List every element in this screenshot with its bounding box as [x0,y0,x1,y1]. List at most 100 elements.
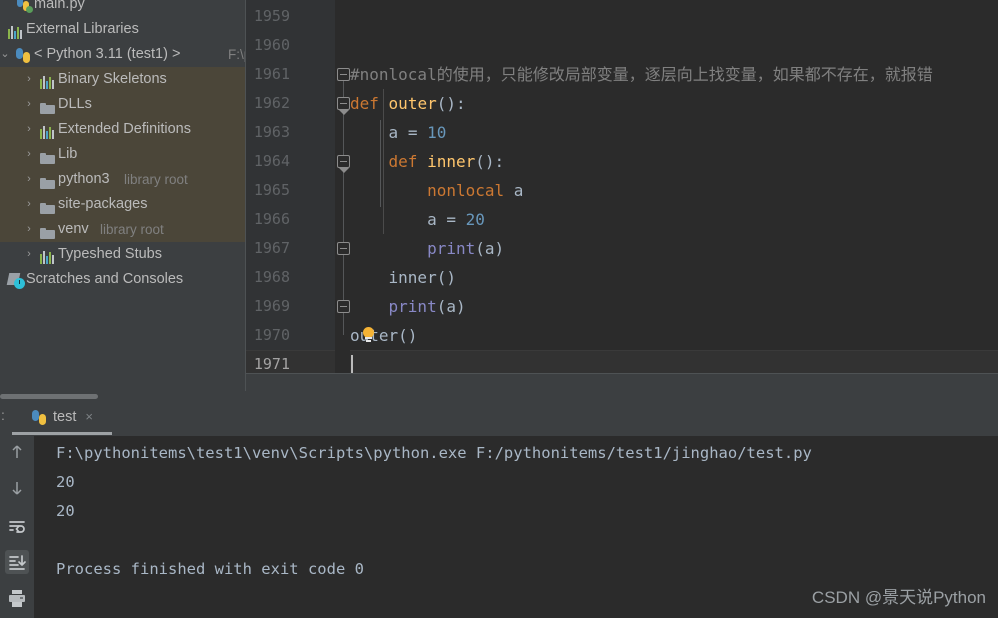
pycharm-window: main.py External Libraries ⌄ < Python 3.11 … [0,0,998,618]
tree-item-sublabel: library root [124,172,188,187]
run-tool-window: : test × F:\pythonitems\test1\venv\Script… [0,400,998,618]
function-call: inner() [388,268,456,287]
text-caret [351,355,353,375]
project-tree-panel[interactable]: main.py External Libraries ⌄ < Python 3.11 … [0,0,245,391]
library-bars-icon [8,26,23,39]
down-arrow-icon[interactable] [5,476,29,500]
expand-arrow-icon[interactable]: › [24,167,34,192]
project-tree-hscrollbar[interactable] [0,393,245,400]
tree-item-dlls[interactable]: › DLLs [0,92,245,117]
tree-item-main-py[interactable]: main.py [0,0,245,17]
line-number: 1959 [253,7,290,25]
console-line: Process finished with exit code 0 [56,560,364,578]
expand-arrow-icon[interactable]: › [24,142,34,167]
number-literal: 10 [427,123,447,142]
variable-a: a [513,181,524,200]
expand-arrow-icon[interactable]: › [24,92,34,117]
expand-arrow-icon[interactable]: › [24,192,34,217]
tree-item-python-3-11-test1[interactable]: ⌄ < Python 3.11 (test1) > F:\py [0,42,245,67]
tree-item-icon [40,92,58,117]
tree-item-icon [40,142,58,167]
folder-icon [40,102,55,114]
line-number: 1964 [253,152,290,170]
editor-hscrollbar[interactable] [245,393,745,400]
console-line: 20 [56,502,75,520]
code-line[interactable]: def outer(): [350,89,466,118]
tree-item-label: main.py [34,0,85,12]
keyword-def: def [388,152,418,171]
tree-item-label: Typeshed Stubs [58,246,162,262]
library-bars-icon [40,126,55,139]
expand-arrow-icon[interactable]: › [24,242,34,267]
folder-icon [40,177,55,189]
tree-item-site-packages[interactable]: › site-packages [0,192,245,217]
number-literal: 20 [465,210,485,229]
tree-item-label: Scratches and Consoles [26,271,184,287]
fold-marker[interactable] [337,300,350,313]
editor-bottom-bar [245,373,998,391]
expand-arrow-icon[interactable]: ⌄ [0,42,10,67]
folder-icon [40,227,55,239]
line-number: 1968 [253,268,290,286]
editor-code-area[interactable]: #nonlocal的使用，只能修改局部变量，逐层向上找变量，如果都不存在，就报错… [350,0,998,391]
tree-item-sublabel: library root [100,222,164,237]
code-line[interactable]: print(a) [350,292,466,321]
tree-item-label: site-packages [58,196,148,212]
operator-equals: = [407,123,418,142]
fold-marker[interactable] [337,155,350,168]
scrollbar-thumb[interactable] [0,394,98,399]
tree-item-scratches-and-consoles[interactable]: Scratches and Consoles [0,267,245,292]
tree-item-icon [40,217,58,242]
code-comment: #nonlocal的使用，只能修改局部变量，逐层向上找变量，如果都不存在，就报错 [350,65,933,84]
tree-item-extended-definitions[interactable]: › Extended Definitions [0,117,245,142]
run-toolbar[interactable] [0,436,34,618]
close-icon[interactable]: × [85,403,93,430]
intention-bulb-icon[interactable] [362,327,375,344]
code-line[interactable]: a = 20 [350,205,485,234]
fold-marker[interactable] [337,68,350,81]
expand-arrow-icon[interactable]: › [24,117,34,142]
builtin-print: print [388,297,437,316]
tree-item-venv[interactable]: › venv library root [0,217,245,242]
code-line[interactable]: outer() [350,321,417,350]
tree-item-label: python3 [58,171,110,187]
call-args: (a) [436,297,466,316]
up-arrow-icon[interactable] [5,440,29,464]
watermark-text: CSDN @景天说Python [811,588,986,607]
code-line[interactable]: #nonlocal的使用，只能修改局部变量，逐层向上找变量，如果都不存在，就报错 [350,60,933,89]
print-icon[interactable] [5,586,29,610]
tree-item-python3[interactable]: › python3 library root [0,167,245,192]
tree-item-label: Binary Skeletons [58,71,167,87]
tree-item-label: Lib [58,146,78,162]
expand-arrow-icon[interactable]: › [24,67,34,92]
scroll-to-end-icon[interactable] [5,550,29,574]
code-line[interactable]: nonlocal a [350,176,523,205]
code-line[interactable]: inner() [350,263,456,292]
run-tab-label: test [53,409,77,425]
editor-gutter[interactable]: 1959 1960 1961 1962 1963 1964 1965 1966 1967 1968… [245,0,381,391]
line-number: 1966 [253,210,290,228]
code-line[interactable]: def inner(): [350,147,505,176]
tree-item-binary-skeletons[interactable]: › Binary Skeletons [0,67,245,92]
fold-marker-tip [339,110,349,115]
tree-item-typeshed-stubs[interactable]: › Typeshed Stubs [0,242,245,267]
tree-item-sublabel: F:\py [228,47,245,62]
code-line[interactable]: a = 10 [350,118,447,147]
run-tab-test[interactable]: test × [28,403,99,430]
fold-marker[interactable] [337,242,350,255]
code-editor[interactable]: 1959 1960 1961 1962 1963 1964 1965 1966 1967 1968… [245,0,998,391]
soft-wrap-icon[interactable] [5,514,29,538]
line-number: 1960 [253,36,290,54]
console-line: F:\pythonitems\test1\venv\Scripts\python… [56,444,812,462]
code-line[interactable]: print(a) [350,234,504,263]
run-panel-marker: : [1,407,5,423]
python-file-icon [16,0,33,13]
tree-item-lib[interactable]: › Lib [0,142,245,167]
library-bars-icon [40,76,55,89]
panel-divider[interactable] [245,0,246,391]
fold-marker[interactable] [337,97,350,110]
tree-item-external-libraries[interactable]: External Libraries [0,17,245,42]
console-line: 20 [56,473,75,491]
expand-arrow-icon[interactable]: › [24,217,34,242]
scratches-icon [6,273,25,289]
